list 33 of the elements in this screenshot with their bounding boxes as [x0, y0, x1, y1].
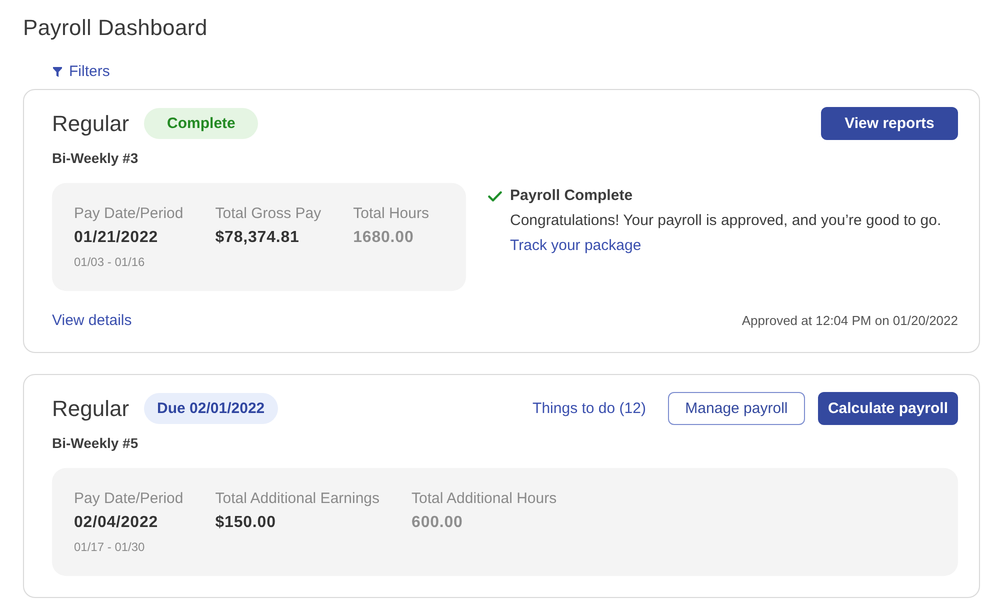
- summary-value: 1680.00: [353, 228, 415, 248]
- summary-value: $78,374.81: [215, 228, 300, 248]
- status-badge: Complete: [144, 108, 258, 139]
- pay-schedule: Bi-Weekly #5: [52, 434, 140, 453]
- primary-button[interactable]: Calculate payroll: [818, 392, 958, 425]
- primary-button[interactable]: View reports: [821, 107, 958, 140]
- view-details-link[interactable]: View details: [52, 311, 132, 331]
- summary-value: 600.00: [412, 513, 464, 533]
- status-title: Payroll Complete: [510, 186, 633, 206]
- page-title: Payroll Dashboard: [23, 14, 208, 42]
- summary-value: 01/21/2022: [74, 228, 160, 248]
- task-link[interactable]: Things to do (12): [532, 398, 646, 418]
- summary-label: Total Hours: [353, 204, 429, 224]
- period-range: 01/17 - 01/30: [74, 539, 146, 555]
- summary-label: Pay Date/Period: [74, 204, 184, 224]
- status-badge: Due 02/01/2022: [144, 393, 278, 424]
- filter-icon: [53, 67, 62, 77]
- track-package-link[interactable]: Track your package: [510, 236, 642, 256]
- summary-label: Pay Date/Period: [74, 489, 184, 509]
- summary-value: $150.00: [215, 513, 277, 533]
- period-range: 01/03 - 01/16: [74, 254, 146, 270]
- payroll-type: Regular: [52, 394, 130, 422]
- summary-label: Total Gross Pay: [215, 204, 322, 224]
- approval-note: Approved at 12:04 PM on 01/20/2022: [742, 312, 958, 330]
- summary-label: Total Additional Earnings: [215, 489, 380, 509]
- check-icon: [488, 191, 502, 202]
- status-message: Congratulations! Your payroll is approved, and you’re good to go.: [510, 211, 942, 231]
- pay-schedule: Bi-Weekly #3: [52, 149, 140, 168]
- secondary-button[interactable]: Manage payroll: [668, 392, 805, 425]
- summary-label: Total Additional Hours: [412, 489, 557, 509]
- summary-value: 02/04/2022: [74, 513, 160, 533]
- filters-button[interactable]: Filters: [53, 62, 110, 82]
- payroll-type: Regular: [52, 110, 130, 138]
